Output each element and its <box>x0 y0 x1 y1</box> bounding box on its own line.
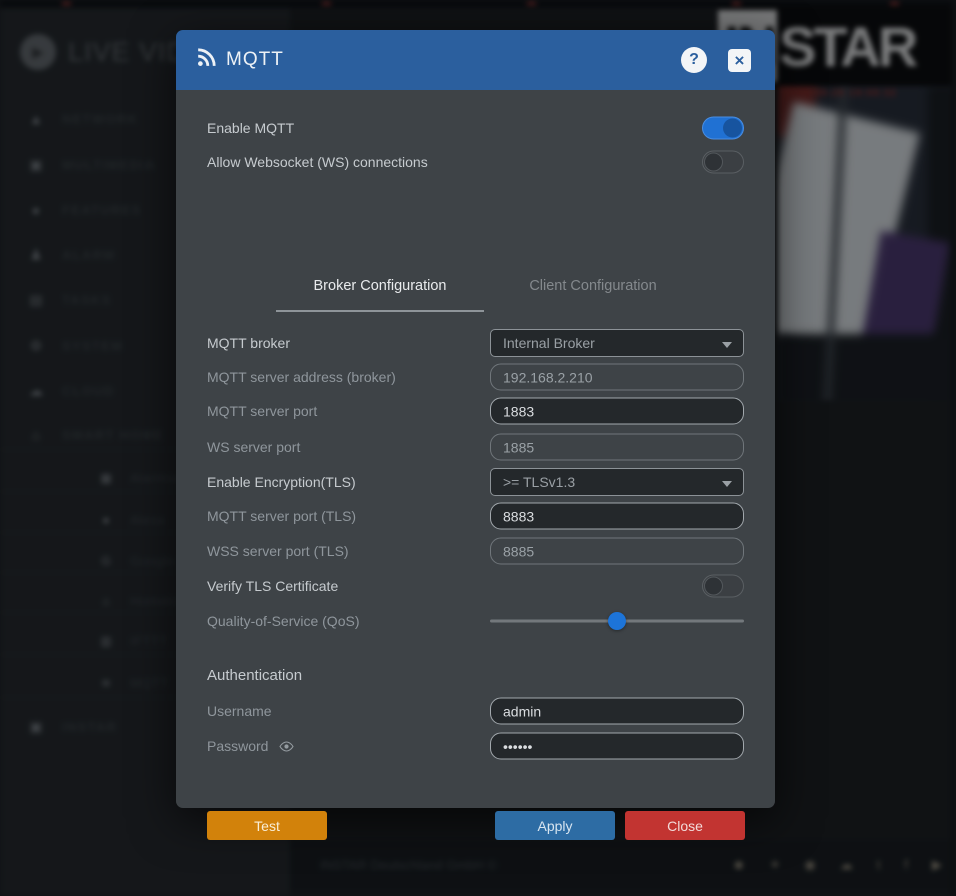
username-row: Username <box>176 694 775 728</box>
tab-client-configuration[interactable]: Client Configuration <box>489 266 697 312</box>
chevron-down-icon <box>722 342 732 348</box>
wss-server-port-tls-input <box>490 538 744 565</box>
enable-encryption-label: Enable Encryption(TLS) <box>207 474 356 490</box>
verify-tls-certificate-label: Verify TLS Certificate <box>207 578 338 594</box>
username-input[interactable] <box>490 698 744 725</box>
modal-body: Enable MQTT Allow Websocket (WS) connect… <box>176 90 775 808</box>
modal-title: MQTT <box>226 49 284 71</box>
authentication-heading: Authentication <box>207 660 302 690</box>
verify-tls-certificate-row: Verify TLS Certificate <box>176 569 775 603</box>
apply-button[interactable]: Apply <box>495 811 615 840</box>
username-label: Username <box>207 703 272 719</box>
enable-mqtt-label: Enable MQTT <box>207 120 294 136</box>
allow-websocket-row: Allow Websocket (WS) connections <box>176 145 775 179</box>
broadcast-icon <box>196 47 217 73</box>
password-label-text: Password <box>207 738 268 754</box>
mqtt-broker-selected-value: Internal Broker <box>503 335 595 351</box>
ws-server-port-label: WS server port <box>207 439 300 455</box>
toggle-knob <box>704 153 723 172</box>
tab-broker-configuration[interactable]: Broker Configuration <box>276 266 484 312</box>
help-icon[interactable]: ? <box>681 47 707 73</box>
modal-header: MQTT ? × <box>176 30 775 90</box>
close-button[interactable]: Close <box>625 811 745 840</box>
mqtt-modal: MQTT ? × Enable MQTT Allow Websocket (WS… <box>176 30 775 808</box>
enable-mqtt-row: Enable MQTT <box>176 111 775 145</box>
mqtt-server-address-label: MQTT server address (broker) <box>207 369 396 385</box>
qos-row: Quality-of-Service (QoS) <box>176 604 775 638</box>
mqtt-broker-select[interactable]: Internal Broker <box>490 329 744 357</box>
mqtt-server-port-input[interactable] <box>490 398 744 425</box>
instar-camera-ui: ▶ LIVE VIDEO ▲ NETWORK ▣ MULTIMEDIA ● FE… <box>0 0 956 896</box>
wss-server-port-tls-row: WSS server port (TLS) <box>176 534 775 568</box>
ws-server-port-row: WS server port <box>176 430 775 464</box>
toggle-knob <box>704 577 723 596</box>
password-input[interactable] <box>490 733 744 760</box>
configuration-tabs: Broker Configuration Client Configuratio… <box>176 266 775 312</box>
tls-version-selected-value: >= TLSv1.3 <box>503 474 575 490</box>
password-row: Password <box>176 729 775 763</box>
allow-websocket-toggle[interactable] <box>702 151 744 174</box>
authentication-heading-text: Authentication <box>207 667 302 684</box>
mqtt-server-address-row: MQTT server address (broker) <box>176 360 775 394</box>
ws-server-port-input <box>490 434 744 461</box>
mqtt-server-port-label: MQTT server port <box>207 403 317 419</box>
enable-encryption-row: Enable Encryption(TLS) >= TLSv1.3 <box>176 465 775 499</box>
tls-version-select[interactable]: >= TLSv1.3 <box>490 468 744 496</box>
toggle-knob <box>723 119 742 138</box>
wss-server-port-tls-label: WSS server port (TLS) <box>207 543 349 559</box>
mqtt-broker-label: MQTT broker <box>207 335 290 351</box>
mqtt-server-port-tls-label: MQTT server port (TLS) <box>207 508 356 524</box>
chevron-down-icon <box>722 481 732 487</box>
eye-icon[interactable] <box>279 741 294 752</box>
close-icon[interactable]: × <box>728 49 751 72</box>
enable-mqtt-toggle[interactable] <box>702 117 744 140</box>
mqtt-broker-row: MQTT broker Internal Broker <box>176 326 775 360</box>
verify-tls-certificate-toggle[interactable] <box>702 575 744 598</box>
test-button[interactable]: Test <box>207 811 327 840</box>
mqtt-server-port-tls-row: MQTT server port (TLS) <box>176 499 775 533</box>
qos-label: Quality-of-Service (QoS) <box>207 613 359 629</box>
password-label: Password <box>207 738 294 754</box>
allow-websocket-label: Allow Websocket (WS) connections <box>207 154 428 170</box>
mqtt-server-port-tls-input[interactable] <box>490 503 744 530</box>
qos-slider-handle[interactable] <box>608 612 626 630</box>
mqtt-server-address-input <box>490 364 744 391</box>
mqtt-server-port-row: MQTT server port <box>176 394 775 428</box>
